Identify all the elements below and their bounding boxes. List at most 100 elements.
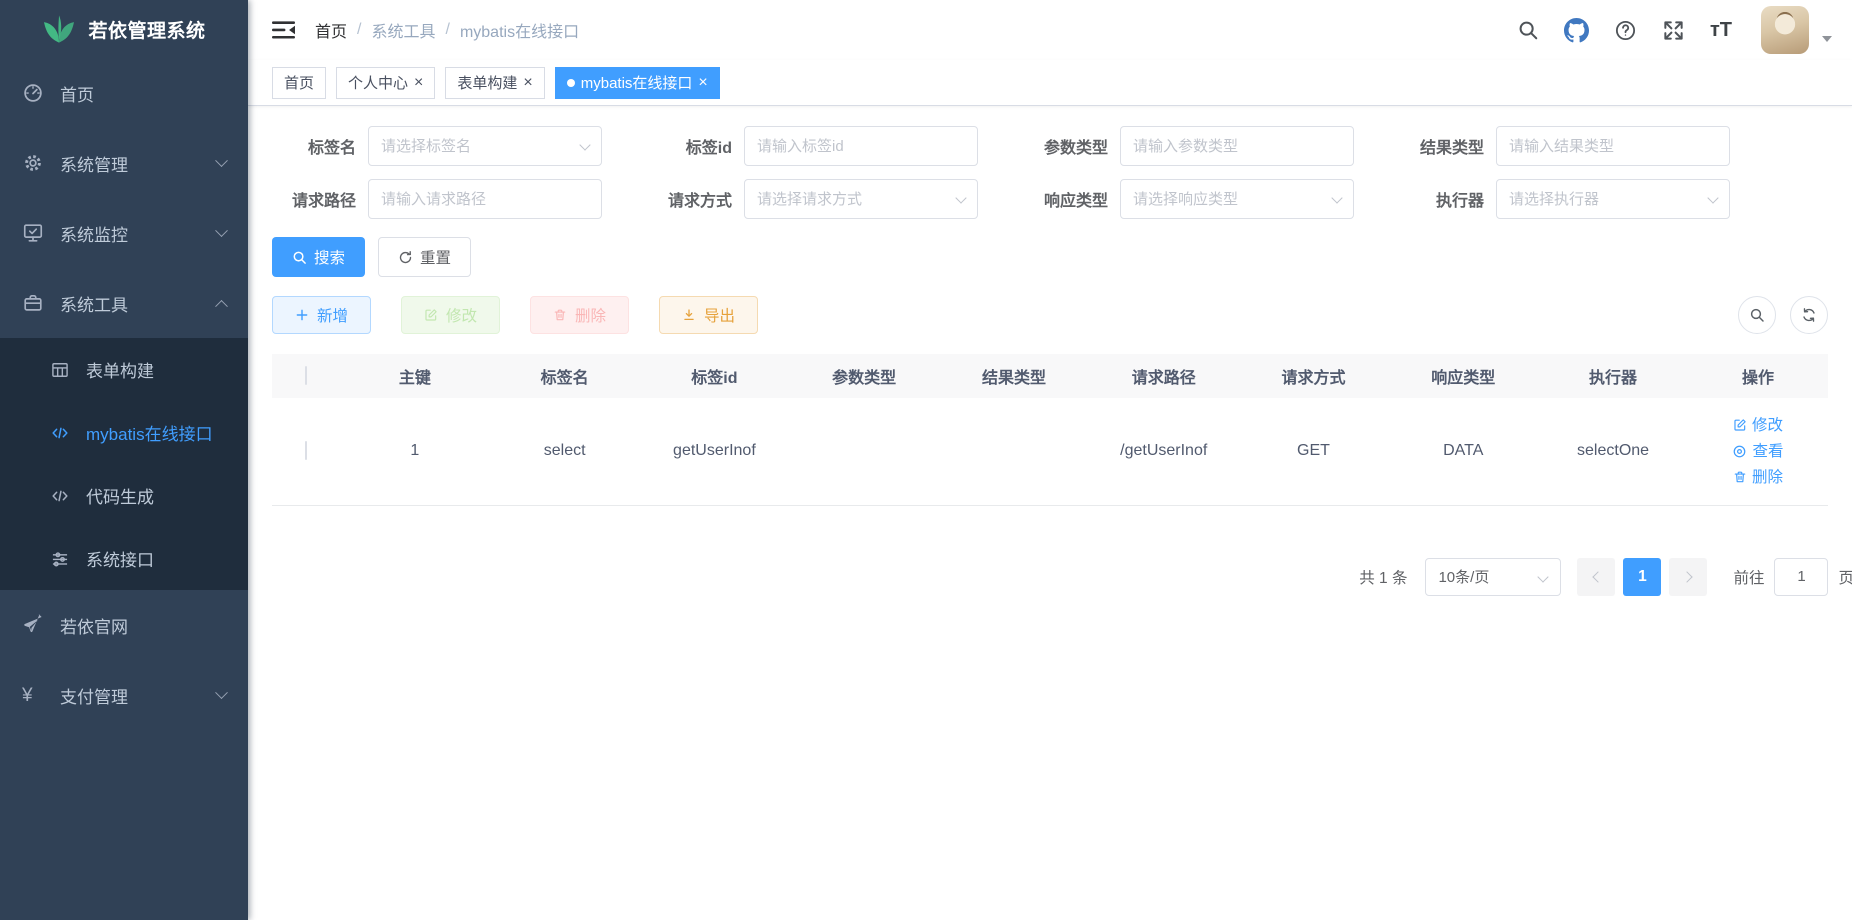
- filter-row-1: 标签名 标签id 参数类型 结果类型: [272, 126, 1828, 166]
- trash-icon: [1733, 470, 1747, 484]
- sidebar-item-home[interactable]: 首页: [0, 58, 248, 128]
- select-all-checkbox[interactable]: [305, 366, 307, 385]
- export-button[interactable]: 导出: [659, 296, 758, 334]
- close-icon[interactable]: ×: [414, 75, 423, 91]
- next-page-button[interactable]: [1669, 558, 1707, 596]
- sidebar-item-code-generate[interactable]: 代码生成: [0, 464, 248, 527]
- sidebar-item-label: 系统接口: [86, 546, 226, 571]
- chevron-down-icon: [215, 154, 228, 167]
- fullscreen-icon[interactable]: [1662, 19, 1685, 42]
- close-icon[interactable]: ×: [698, 75, 707, 91]
- row-checkbox[interactable]: [305, 441, 307, 460]
- code-icon: [50, 423, 70, 443]
- filter-field-response-type: 响应类型: [1024, 179, 1354, 219]
- app-title: 若依管理系统: [88, 16, 205, 43]
- table-toolbar: 新增 修改 删除 导出: [272, 296, 1828, 334]
- download-icon: [682, 308, 696, 322]
- leaf-logo-icon: [42, 14, 76, 44]
- monitor-icon: [22, 222, 44, 244]
- github-icon[interactable]: [1564, 18, 1589, 43]
- executor-select[interactable]: [1496, 179, 1730, 219]
- sidebar-item-label: 若依官网: [60, 613, 226, 638]
- active-dot: [567, 79, 575, 87]
- sidebar-item-system-manage[interactable]: 系统管理: [0, 128, 248, 198]
- filter-row-2: 请求路径 请求方式 响应类型 执行器: [272, 179, 1828, 219]
- delete-button[interactable]: 删除: [530, 296, 629, 334]
- filter-field-tag-name: 标签名: [272, 126, 602, 166]
- field-label: 标签名: [272, 134, 368, 158]
- field-label: 请求路径: [272, 187, 368, 211]
- sidebar-item-system-tools[interactable]: 系统工具: [0, 268, 248, 338]
- cell-executor: selectOne: [1538, 398, 1688, 505]
- toolbox-icon: [22, 292, 44, 314]
- add-button[interactable]: 新增: [272, 296, 371, 334]
- yen-icon: ¥: [22, 686, 44, 705]
- tags-view-bar: 首页 个人中心 × 表单构建 × mybatis在线接口 ×: [248, 60, 1852, 106]
- filter-field-result-type: 结果类型: [1400, 126, 1730, 166]
- dashboard-icon: [22, 82, 44, 104]
- close-icon[interactable]: ×: [523, 75, 532, 91]
- response-type-select[interactable]: [1120, 179, 1354, 219]
- tab-mybatis-api[interactable]: mybatis在线接口 ×: [555, 67, 720, 99]
- font-size-icon[interactable]: тT: [1710, 19, 1732, 42]
- avatar[interactable]: [1761, 6, 1809, 54]
- chevron-down-icon: [215, 686, 228, 699]
- cell-result-type: [939, 398, 1089, 505]
- page-size-select[interactable]: 10条/页: [1425, 558, 1561, 596]
- prev-page-button[interactable]: [1577, 558, 1615, 596]
- page-number-1[interactable]: 1: [1623, 558, 1661, 596]
- breadcrumb-home[interactable]: 首页: [315, 18, 347, 42]
- refresh-table-button[interactable]: [1790, 296, 1828, 334]
- sidebar-item-system-api[interactable]: 系统接口: [0, 527, 248, 590]
- cell-request-method: GET: [1239, 398, 1389, 505]
- chevron-up-icon: [215, 299, 228, 312]
- col-response-type: 响应类型: [1388, 354, 1538, 398]
- pagination-total: 共 1 条: [1359, 566, 1407, 588]
- sidebar-toggle-icon[interactable]: [272, 20, 295, 40]
- field-label: 请求方式: [648, 187, 744, 211]
- plus-icon: [295, 308, 309, 322]
- tab-label: 首页: [284, 72, 314, 93]
- breadcrumb-separator: /: [445, 21, 449, 39]
- sidebar-item-mybatis-api[interactable]: mybatis在线接口: [0, 401, 248, 464]
- breadcrumb-current: mybatis在线接口: [460, 18, 579, 42]
- sidebar-item-form-builder[interactable]: 表单构建: [0, 338, 248, 401]
- caret-down-icon: [1822, 36, 1832, 42]
- result-type-input[interactable]: [1496, 126, 1730, 166]
- page-content: 标签名 标签id 参数类型 结果类型 请求路径 请求方式: [248, 106, 1852, 920]
- search-button[interactable]: 搜索: [272, 237, 365, 277]
- row-edit-link[interactable]: 修改: [1733, 414, 1783, 437]
- tab-profile[interactable]: 个人中心 ×: [336, 67, 435, 99]
- table-header-row: 主键 标签名 标签id 参数类型 结果类型 请求路径 请求方式 响应类型 执行器…: [272, 354, 1828, 398]
- row-view-link[interactable]: 查看: [1732, 440, 1783, 463]
- field-label: 参数类型: [1024, 134, 1120, 158]
- param-type-input[interactable]: [1120, 126, 1354, 166]
- main-area: 首页 / 系统工具 / mybatis在线接口 тT: [248, 0, 1852, 920]
- user-menu[interactable]: [1761, 6, 1832, 54]
- sidebar-item-payment-manage[interactable]: ¥ 支付管理: [0, 660, 248, 730]
- sliders-icon: [50, 549, 70, 569]
- tab-form-builder[interactable]: 表单构建 ×: [445, 67, 544, 99]
- help-icon[interactable]: [1614, 19, 1637, 42]
- request-method-select[interactable]: [744, 179, 978, 219]
- tab-home[interactable]: 首页: [272, 67, 326, 99]
- request-path-input[interactable]: [368, 179, 602, 219]
- edit-button-label: 修改: [446, 304, 477, 326]
- tag-id-input[interactable]: [744, 126, 978, 166]
- sidebar-item-system-monitor[interactable]: 系统监控: [0, 198, 248, 268]
- search-icon: [292, 250, 307, 265]
- filter-field-param-type: 参数类型: [1024, 126, 1354, 166]
- goto-page-input[interactable]: [1774, 558, 1828, 596]
- tag-name-select[interactable]: [368, 126, 602, 166]
- reset-button[interactable]: 重置: [378, 237, 471, 277]
- sidebar-item-ruoyi-website[interactable]: 若依官网: [0, 590, 248, 660]
- edit-icon: [424, 308, 438, 322]
- edit-button[interactable]: 修改: [401, 296, 500, 334]
- edit-icon: [1733, 418, 1747, 432]
- data-table: 主键 标签名 标签id 参数类型 结果类型 请求路径 请求方式 响应类型 执行器…: [272, 354, 1828, 506]
- breadcrumb-separator: /: [357, 21, 361, 39]
- search-icon[interactable]: [1517, 19, 1539, 41]
- row-delete-link[interactable]: 删除: [1733, 466, 1783, 489]
- show-search-button[interactable]: [1738, 296, 1776, 334]
- app-logo[interactable]: 若依管理系统: [0, 0, 248, 58]
